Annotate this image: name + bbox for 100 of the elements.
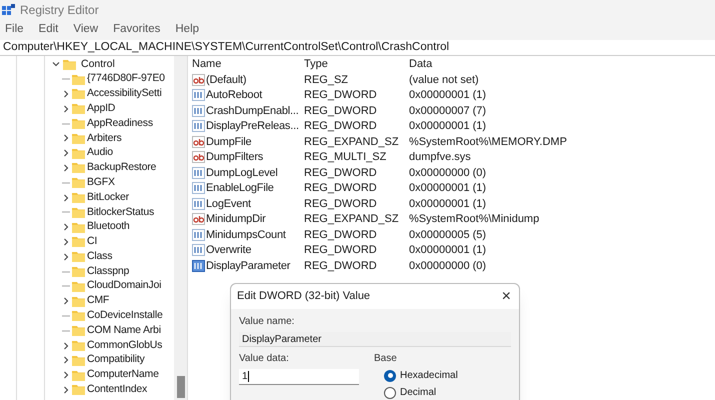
- folder-icon: [72, 354, 85, 366]
- tree-item[interactable]: CI: [87, 234, 98, 250]
- value-data: %SystemRoot%\MEMORY.DMP: [409, 134, 567, 150]
- chevron-right-icon[interactable]: [62, 342, 70, 350]
- value-type: REG_DWORD: [304, 258, 378, 274]
- folder-icon: [72, 266, 85, 278]
- folder-icon: [72, 222, 85, 233]
- column-header[interactable]: Data: [409, 56, 609, 73]
- value-name[interactable]: DumpFile: [206, 134, 252, 150]
- value-name[interactable]: DisplayParameter: [206, 258, 290, 274]
- value-name[interactable]: LogEvent: [206, 196, 251, 212]
- tree-item[interactable]: Classpnp: [87, 264, 130, 280]
- value-type: REG_DWORD: [304, 166, 378, 180]
- chevron-right-icon[interactable]: [62, 164, 70, 172]
- value-data: 0x00000000 (0): [409, 258, 486, 274]
- folder-icon: [72, 296, 85, 307]
- column-header[interactable]: Type: [304, 56, 409, 73]
- radio-label[interactable]: Decimal: [400, 385, 436, 400]
- radio-label[interactable]: Hexadecimal: [400, 368, 458, 383]
- folder-icon: [72, 177, 85, 188]
- tree-item[interactable]: CMF: [87, 293, 110, 310]
- menu-item[interactable]: Favorites: [113, 20, 160, 38]
- value-name[interactable]: MinidumpsCount: [206, 226, 286, 243]
- tree-item[interactable]: Compatibility: [87, 352, 145, 368]
- tree-item[interactable]: AppReadiness: [87, 116, 153, 132]
- folder-icon: [72, 74, 85, 85]
- menu-item[interactable]: File: [5, 20, 24, 38]
- chevron-right-icon[interactable]: [62, 386, 70, 394]
- folder-icon: [72, 118, 85, 130]
- tree-item[interactable]: {7746D80F-97E0: [87, 71, 165, 88]
- folder-icon: [72, 236, 85, 248]
- chevron-right-icon[interactable]: [62, 134, 70, 142]
- tree-item[interactable]: CoDeviceInstalle: [87, 308, 163, 324]
- value-data: 0x00000001 (1): [409, 196, 486, 212]
- folder-icon: [72, 192, 85, 204]
- tree-item[interactable]: CloudDomainJoi: [87, 278, 162, 294]
- chevron-right-icon[interactable]: [62, 223, 70, 232]
- value-name[interactable]: AutoReboot: [206, 87, 262, 104]
- value-type: REG_DWORD: [304, 181, 378, 196]
- value-name[interactable]: DumpLogLevel: [206, 164, 278, 181]
- tree-item[interactable]: BitLocker: [87, 190, 129, 206]
- value-data: 0x00000005 (5): [409, 228, 486, 242]
- value-type: REG_EXPAND_SZ: [304, 212, 400, 227]
- value-data: 0x00000000 (0): [409, 166, 486, 180]
- tree-item[interactable]: Arbiters: [87, 130, 122, 146]
- value-name[interactable]: Overwrite: [206, 242, 252, 258]
- tree-item[interactable]: Class: [87, 248, 112, 265]
- scrollbar[interactable]: [174, 56, 187, 400]
- value-type: REG_DWORD: [304, 119, 378, 134]
- folder-icon: [72, 206, 85, 218]
- close-button[interactable]: ×: [502, 288, 511, 304]
- chevron-right-icon[interactable]: [62, 104, 70, 113]
- value-data: 0x00000007 (7): [409, 104, 486, 118]
- value-name[interactable]: DisplayPreReleas...: [206, 118, 299, 134]
- value-data: %SystemRoot%\Minidump: [409, 212, 540, 227]
- chevron-down-icon[interactable]: [52, 60, 60, 68]
- menu-item[interactable]: View: [73, 20, 98, 38]
- tree-item[interactable]: AccessibilitySetti: [87, 86, 162, 102]
- tree-item[interactable]: BGFX: [87, 174, 115, 191]
- app-icon: [2, 4, 15, 16]
- tree-item[interactable]: ComputerName: [87, 367, 159, 384]
- tree-item[interactable]: AppID: [87, 100, 116, 117]
- value-name[interactable]: MinidumpDir: [206, 211, 266, 228]
- tree-item[interactable]: ContentIndex: [87, 382, 148, 398]
- tree-item[interactable]: Bluetooth: [87, 219, 130, 236]
- value-name[interactable]: (Default): [206, 72, 246, 88]
- value-name[interactable]: DumpFilters: [206, 149, 264, 166]
- menu-item[interactable]: Edit: [38, 20, 58, 38]
- tree-item[interactable]: Control: [79, 56, 115, 72]
- column-header[interactable]: Name: [192, 56, 304, 73]
- chevron-right-icon[interactable]: [62, 252, 70, 261]
- chevron-right-icon[interactable]: [62, 194, 70, 202]
- value-name[interactable]: EnableLogFile: [206, 180, 274, 196]
- chevron-right-icon[interactable]: [62, 149, 70, 158]
- value-type: REG_DWORD: [304, 196, 378, 212]
- value-data: 0x00000001 (1): [409, 181, 486, 196]
- tree-item[interactable]: CommonGlobUs: [87, 338, 162, 354]
- value-type: REG_DWORD: [304, 88, 378, 103]
- chevron-right-icon[interactable]: [62, 297, 70, 306]
- tree-item[interactable]: Audio: [87, 145, 113, 162]
- folder-icon: [72, 384, 85, 396]
- chevron-right-icon[interactable]: [62, 371, 70, 380]
- radio-button[interactable]: [384, 386, 396, 398]
- chevron-right-icon[interactable]: [62, 238, 70, 246]
- value-name-field[interactable]: DisplayParameter: [239, 332, 511, 347]
- value-data-field[interactable]: 1: [239, 369, 359, 385]
- radio-button[interactable]: [384, 370, 396, 382]
- chevron-right-icon[interactable]: [62, 90, 70, 98]
- value-data: (value not set): [409, 72, 479, 88]
- address-bar[interactable]: Computer\HKEY_LOCAL_MACHINE\SYSTEM\CurrentControlSet\Control\CrashControl: [0, 40, 715, 56]
- value-data: dumpfve.sys: [409, 150, 471, 165]
- menu-item[interactable]: Help: [175, 20, 200, 38]
- group-label: Base: [374, 352, 398, 366]
- tree-item[interactable]: BackupRestore: [87, 160, 156, 176]
- tree-item[interactable]: BitlockerStatus: [87, 204, 154, 220]
- value-data: 0x00000001 (1): [409, 119, 486, 134]
- value-name[interactable]: CrashDumpEnabl...: [206, 102, 299, 119]
- chevron-right-icon[interactable]: [62, 356, 70, 364]
- tree-item[interactable]: COM Name Arbi: [87, 322, 161, 339]
- scrollbar-thumb[interactable]: [176, 376, 184, 398]
